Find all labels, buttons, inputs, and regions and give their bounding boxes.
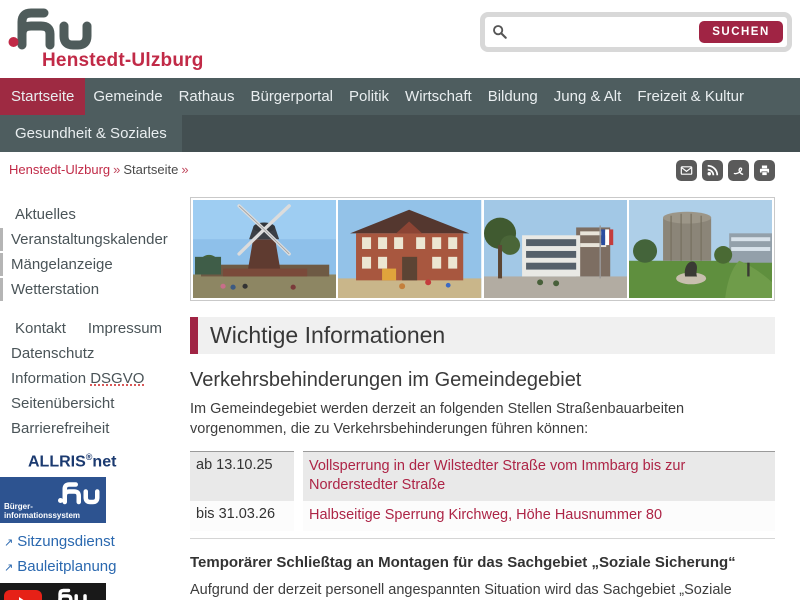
roadworks-table: ab 13.10.25 Vollsperrung in der Wilstedt…	[190, 451, 775, 531]
page-action-icons	[676, 160, 775, 181]
sidebar-link-allris[interactable]: ALLRIS®net	[0, 452, 183, 471]
nav-item-gesundheit-soziales[interactable]: Gesundheit & Soziales	[0, 115, 182, 152]
nav-item-bildung[interactable]: Bildung	[480, 78, 546, 115]
nav-item-freizeit-kultur[interactable]: Freizeit & Kultur	[629, 78, 752, 115]
nav-item-rathaus[interactable]: Rathaus	[171, 78, 243, 115]
roadworks-link[interactable]: Vollsperrung in der Wilstedter Straße vo…	[303, 451, 775, 501]
header: Henstedt-Ulzburg SUCHEN	[0, 0, 800, 78]
page: Henstedt-Ulzburg SUCHEN Startseite Gemei…	[0, 0, 800, 600]
photo-banner	[190, 197, 775, 301]
nav-item-jung-und-alt[interactable]: Jung & Alt	[546, 78, 630, 115]
nav-item-wirtschaft[interactable]: Wirtschaft	[397, 78, 480, 115]
search-icon	[493, 25, 507, 39]
search-input[interactable]	[515, 17, 705, 47]
nav-item-politik[interactable]: Politik	[341, 78, 397, 115]
nav-item-startseite[interactable]: Startseite	[0, 78, 86, 115]
hu-logo-white-icon	[58, 588, 88, 600]
livestream-banner[interactable]: LiveStream	[0, 583, 106, 600]
site-title: Henstedt-Ulzburg	[42, 50, 204, 71]
nav-item-gemeinde[interactable]: Gemeinde	[85, 78, 170, 115]
nav-row-2: Gesundheit & Soziales	[0, 115, 800, 152]
divider	[190, 537, 775, 539]
sidebar-link-bauleitplanung[interactable]: ↗ Bauleitplanung	[0, 558, 183, 575]
main-navigation: Startseite Gemeinde Rathaus Bürgerportal…	[0, 78, 800, 152]
section-title: Wichtige Informationen	[190, 317, 775, 354]
sidebar-item-aktuelles[interactable]: Aktuelles	[0, 203, 183, 226]
nav-item-buergerportal[interactable]: Bürgerportal	[242, 78, 341, 115]
external-link-icon: ↗	[4, 537, 14, 550]
sidebar-item-barrierefreiheit[interactable]: Barrierefreiheit	[0, 417, 183, 440]
roadworks-date: bis 31.03.26	[190, 500, 294, 531]
sidebar-item-seitenuebersicht[interactable]: Seitenübersicht	[0, 392, 183, 415]
article-heading: Verkehrsbehinderungen im Gemeindegebiet	[190, 369, 582, 391]
notice-heading: Temporärer Schließtag an Montagen für da…	[190, 553, 736, 571]
sidebar-item-wetterstation[interactable]: Wetterstation	[0, 278, 183, 301]
dsgvo-term: DSGVO	[90, 370, 145, 387]
site-logo[interactable]: Henstedt-Ulzburg	[8, 4, 203, 77]
old-school-photo	[338, 200, 482, 298]
sidebar: Aktuelles Veranstaltungskalender Mängela…	[0, 203, 183, 600]
email-icon[interactable]	[676, 160, 697, 181]
information-label: Information	[11, 370, 91, 387]
windmill-photo	[193, 200, 337, 298]
buergerinformationssystem-banner[interactable]: Bürger- informationssystem	[0, 477, 106, 524]
allris-label: ALLRIS	[28, 453, 86, 471]
roadworks-link[interactable]: Halbseitige Sperrung Kirchweg, Höhe Haus…	[303, 500, 775, 531]
roadworks-date: ab 13.10.25	[190, 451, 294, 501]
allris-suffix: net	[92, 453, 117, 471]
sidebar-item-datenschutz[interactable]: Datenschutz	[0, 342, 183, 365]
sidebar-item-impressum[interactable]: Impressum	[88, 317, 162, 340]
breadcrumb: Henstedt-Ulzburg» Startseite»	[9, 162, 192, 177]
search-submit-button[interactable]: SUCHEN	[699, 21, 783, 43]
rss-icon[interactable]	[702, 160, 723, 181]
breadcrumb-separator: »	[113, 162, 121, 177]
pdf-icon[interactable]	[728, 160, 749, 181]
article-intro: Im Gemeindegebiet werden derzeit an folg…	[190, 401, 685, 437]
youtube-play-icon	[4, 590, 42, 600]
sidebar-services-group: ALLRIS®net Bürger- informationssystem ↗ S…	[0, 452, 183, 600]
nav-row-1: Startseite Gemeinde Rathaus Bürgerportal…	[0, 78, 800, 115]
external-link-icon: ↗	[4, 562, 14, 575]
sidebar-meta-group: Kontakt Impressum Datenschutz Informatio…	[0, 317, 183, 440]
sidebar-item-veranstaltungskalender[interactable]: Veranstaltungskalender	[0, 228, 183, 251]
sidebar-item-kontakt[interactable]: Kontakt	[15, 317, 66, 340]
sidebar-link-sitzungsdienst[interactable]: ↗ Sitzungsdienst	[0, 533, 183, 550]
sidebar-item-information-dsgvo[interactable]: Information DSGVO	[0, 367, 183, 390]
search-box: SUCHEN	[480, 12, 792, 52]
print-icon[interactable]	[754, 160, 775, 181]
notice-body: Aufgrund der derzeit personell angespann…	[190, 581, 732, 598]
buergerinfo-label: Bürger- informationssystem	[4, 502, 81, 521]
breadcrumb-home-link[interactable]: Henstedt-Ulzburg	[9, 162, 110, 177]
breadcrumb-current[interactable]: Startseite	[123, 162, 178, 177]
main-content: Wichtige Informationen Verkehrsbehinderu…	[190, 197, 775, 600]
sidebar-item-maengelanzeige[interactable]: Mängelanzeige	[0, 253, 183, 276]
modern-building-photo	[483, 200, 627, 298]
breadcrumb-separator: »	[181, 162, 189, 177]
round-building-photo	[628, 200, 772, 298]
